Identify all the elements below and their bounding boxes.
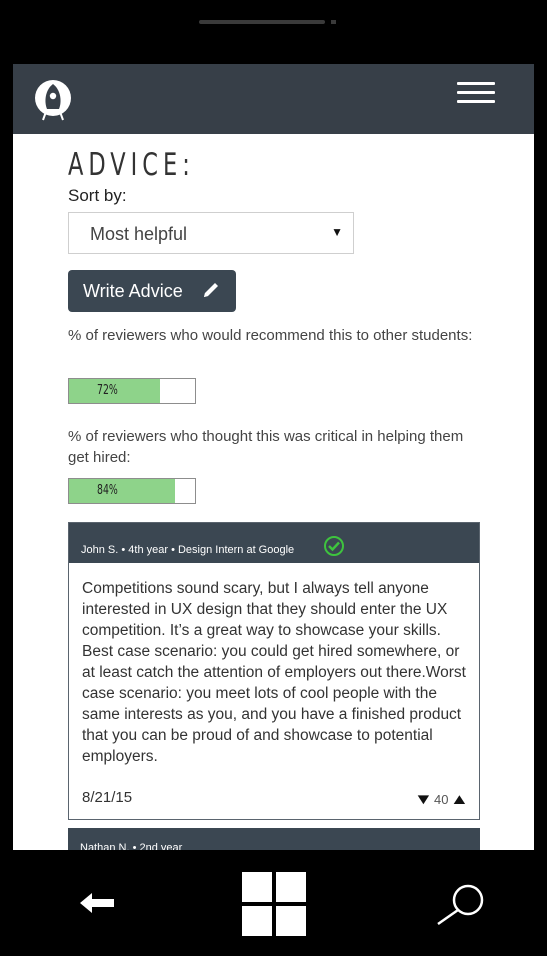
critical-bar-fill [69,479,175,503]
phone-nav-bar [0,850,547,956]
critical-progress-bar: 84% [68,478,196,504]
vote-control: ▼ 40 ▲ [413,791,469,808]
downvote-icon[interactable]: ▼ [413,791,432,808]
front-camera [331,20,336,24]
write-advice-label: Write Advice [83,281,183,301]
review-author: Nathan N. • 2nd year [80,842,183,850]
phone-top-bezel [0,0,547,64]
sort-label: Sort by: [68,186,127,205]
search-icon[interactable] [432,880,488,930]
verified-check-icon [324,536,344,556]
sort-dropdown[interactable]: Most helpful ▼ [68,212,354,254]
dropdown-caret-icon: ▼ [331,225,343,239]
sort-selected-value: Most helpful [90,224,188,244]
critical-stat-text: % of reviewers who thought this was crit… [68,428,464,466]
app-screen: ADVICE: Sort by: Most helpful ▼ Write Ad… [13,64,534,850]
critical-percent: 84% [97,483,118,498]
review-card-partial: Nathan N. • 2nd year [68,828,480,850]
review-header: John S. • 4th year • Design Intern at Go… [69,523,479,563]
back-arrow-icon[interactable] [78,888,118,918]
review-author: John S. • 4th year • Design Intern at Go… [81,544,295,556]
review-card: John S. • 4th year • Design Intern at Go… [68,522,480,820]
recommend-progress-bar: 72% [68,378,196,404]
app-header [13,64,534,134]
review-date: 8/21/15 [82,789,133,806]
upvote-icon[interactable]: ▲ [450,791,469,808]
vote-count: 40 [434,792,449,807]
hamburger-menu-icon[interactable] [457,82,495,110]
review-body: Competitions sound scary, but I always t… [82,580,466,765]
windows-start-icon[interactable] [242,872,306,936]
write-advice-button[interactable]: Write Advice [68,270,236,312]
page-title: ADVICE: [68,146,195,183]
recommend-percent: 72% [97,383,118,398]
speaker-grille [199,20,325,24]
rocket-logo-icon[interactable] [31,76,75,124]
pencil-icon [204,283,218,297]
recommend-stat-text: % of reviewers who would recommend this … [68,327,473,344]
